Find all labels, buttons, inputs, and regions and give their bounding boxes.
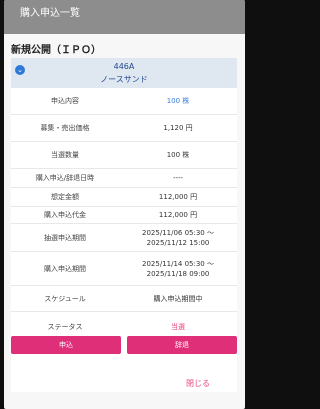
row-label: 想定金額: [51, 193, 79, 201]
row-value: 購入申込期間中: [153, 294, 203, 303]
detail-rows: 申込内容 100 株 募集・売出価格 1,120 円 当選数量 100 株 購入…: [11, 88, 237, 341]
row-estimated-amount: 想定金額 112,000 円: [11, 188, 237, 207]
top-bar: 購入申込一覧: [4, 0, 245, 34]
row-value: 2025/11/14 05:30 ～ 2025/11/18 09:00: [119, 259, 237, 279]
status-badge: 当選: [171, 322, 185, 331]
stock-code: 446A: [113, 62, 135, 71]
row-label: スケジュール: [44, 294, 86, 303]
row-label: 募集・売出価格: [40, 124, 90, 132]
row-application: 申込内容 100 株: [11, 88, 237, 115]
row-value: 1,120 円: [163, 124, 193, 132]
row-value: 2025/11/06 05:30 ～ 2025/11/12 15:00: [119, 228, 237, 248]
section-title: 新規公開（ＩＰＯ）: [11, 45, 101, 56]
ipo-header[interactable]: ⌄ 446A ノースサンド: [11, 58, 237, 88]
period-end: 2025/11/12 15:00: [146, 238, 210, 247]
close-button[interactable]: 閉じる: [186, 378, 210, 392]
apply-button[interactable]: 申込: [11, 336, 121, 354]
row-label: 当選数量: [51, 151, 79, 159]
decline-button[interactable]: 辞退: [127, 336, 237, 354]
row-label: 購入申込期間: [44, 264, 86, 273]
period-start: 2025/11/06 05:30 ～: [142, 228, 214, 237]
row-purchase-amount: 購入申込代金 112,000 円: [11, 207, 237, 224]
row-allotted: 当選数量 100 株: [11, 142, 237, 169]
row-value: 112,000 円: [158, 211, 198, 219]
row-label: 購入申込/辞退日時: [35, 174, 95, 182]
row-label: 購入申込代金: [44, 211, 86, 219]
purchase-application-sheet: 購入申込一覧 新規公開（ＩＰＯ） ⌄ 446A ノースサンド 申込内容 100 …: [4, 0, 245, 409]
row-schedule: スケジュール 購入申込期間中: [11, 286, 237, 312]
page-title: 購入申込一覧: [20, 8, 80, 19]
row-value[interactable]: 100 株: [119, 96, 237, 106]
row-label: 抽選申込期間: [44, 233, 86, 242]
row-decline-date: 購入申込/辞退日時 ----: [11, 169, 237, 188]
row-value: 100 株: [166, 151, 190, 159]
row-label: 申込内容: [51, 97, 79, 105]
row-offer-price: 募集・売出価格 1,120 円: [11, 115, 237, 142]
company-name: ノースサンド: [100, 75, 148, 84]
row-purchase-period: 購入申込期間 2025/11/14 05:30 ～ 2025/11/18 09:…: [11, 252, 237, 286]
row-label: ステータス: [47, 322, 83, 331]
row-value: 112,000 円: [158, 193, 198, 201]
period-end: 2025/11/18 09:00: [146, 269, 210, 278]
row-value: ----: [172, 174, 184, 182]
row-lottery-period: 抽選申込期間 2025/11/06 05:30 ～ 2025/11/12 15:…: [11, 224, 237, 252]
period-start: 2025/11/14 05:30 ～: [142, 259, 214, 268]
